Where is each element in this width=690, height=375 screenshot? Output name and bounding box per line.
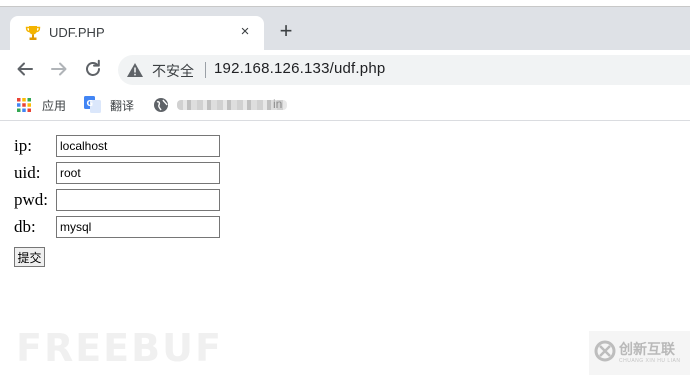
ip-input[interactable] <box>56 135 220 157</box>
reload-icon[interactable] <box>82 58 104 80</box>
uid-label: uid: <box>14 163 41 182</box>
svg-text:G: G <box>87 99 94 108</box>
bookmark-translate[interactable]: G 翻译 <box>84 96 140 114</box>
previous-window-edge <box>0 0 690 7</box>
bookmark-apps[interactable]: 应用 <box>16 96 72 114</box>
bookmark-site[interactable]: in <box>153 96 303 114</box>
pwd-label: pwd: <box>14 190 48 209</box>
bookmarks-bar: 应用 G 翻译 in <box>0 90 690 121</box>
omnibox-separator <box>205 62 206 78</box>
brand-watermark: 创新互联 CHUANG XIN HU LIAN <box>589 331 690 375</box>
brand-watermark-text: 创新互联 <box>619 341 675 357</box>
pwd-input[interactable] <box>56 189 220 211</box>
ip-label: ip: <box>14 136 32 155</box>
google-translate-icon: G <box>84 96 101 113</box>
security-status-label[interactable]: 不安全 <box>152 61 194 81</box>
apps-grid-icon <box>17 98 31 112</box>
db-label: db: <box>14 217 36 236</box>
warning-triangle-icon[interactable] <box>126 62 144 78</box>
browser-toolbar: 不安全 192.168.126.133/udf.php <box>0 50 690 90</box>
new-tab-button[interactable]: + <box>276 20 296 42</box>
arrow-right-icon[interactable] <box>48 58 70 80</box>
tab-strip: UDF.PHP × + <box>0 7 690 50</box>
uid-input[interactable] <box>56 162 220 184</box>
globe-icon <box>154 98 168 112</box>
bookmark-site-label: in <box>273 97 283 111</box>
arrow-left-icon[interactable] <box>14 58 36 80</box>
freebuf-watermark: FREEBUF <box>16 326 223 370</box>
bookmark-apps-label: 应用 <box>42 99 67 113</box>
db-input[interactable] <box>56 216 220 238</box>
bookmark-translate-label: 翻译 <box>110 99 135 113</box>
trophy-icon <box>25 26 41 40</box>
brand-watermark-subtext: CHUANG XIN HU LIAN <box>619 358 681 364</box>
submit-button[interactable]: 提交 <box>14 247 45 267</box>
tab-udf[interactable]: UDF.PHP × <box>10 16 264 50</box>
brand-logo-icon <box>594 340 616 362</box>
tab-title: UDF.PHP <box>49 25 105 40</box>
address-bar[interactable]: 不安全 192.168.126.133/udf.php <box>118 55 690 85</box>
url-text[interactable]: 192.168.126.133/udf.php <box>214 60 385 77</box>
close-tab-icon[interactable]: × <box>236 23 254 41</box>
blurred-bookmark-label <box>177 100 287 110</box>
